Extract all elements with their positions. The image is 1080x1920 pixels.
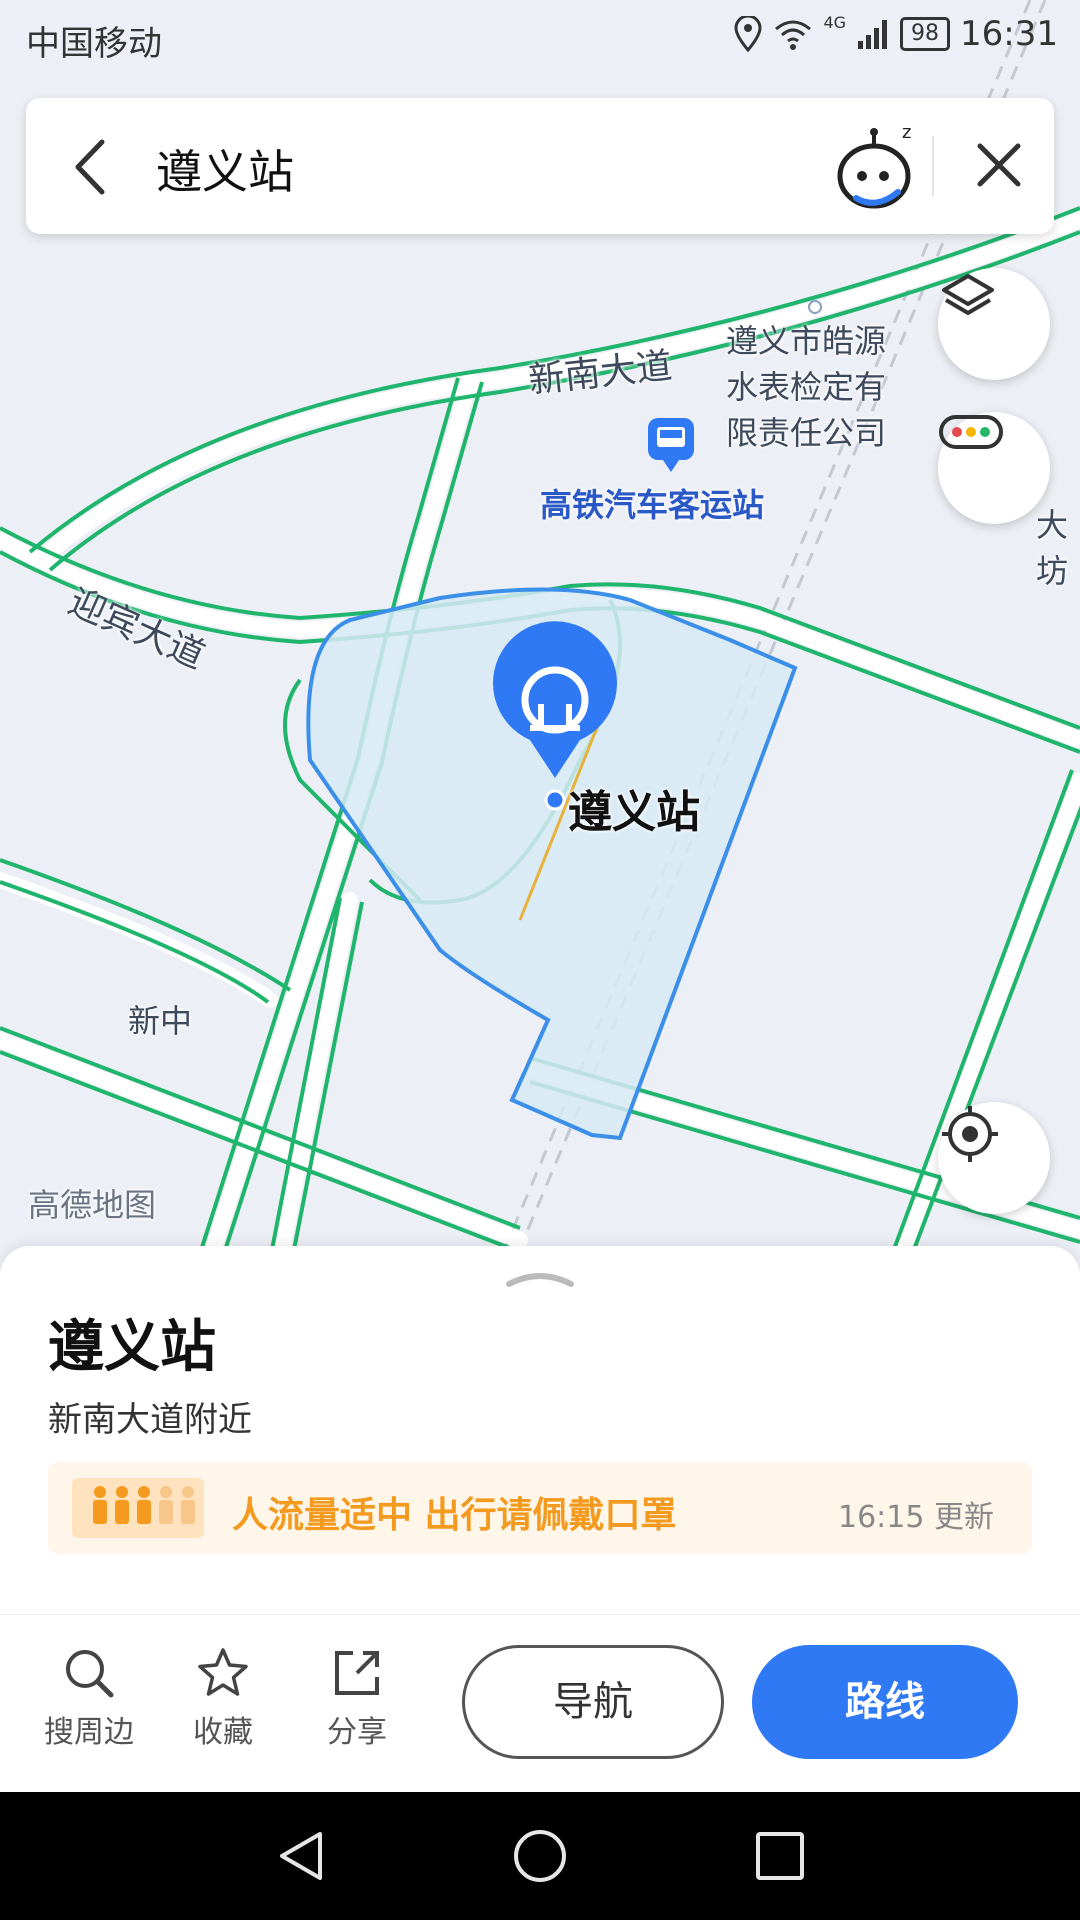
traffic-button[interactable] xyxy=(938,412,1050,524)
search-nearby-button[interactable]: 搜周边 xyxy=(34,1645,144,1751)
nav-back-icon[interactable] xyxy=(272,1826,332,1886)
battery-indicator: 98 xyxy=(900,17,951,51)
bus-station-icon xyxy=(648,418,694,472)
clock: 16:31 xyxy=(960,14,1058,54)
place-title: 遵义站 xyxy=(48,1315,216,1380)
share-button[interactable]: 分享 xyxy=(302,1645,412,1751)
location-icon xyxy=(734,16,762,52)
sheet-handle-icon[interactable] xyxy=(505,1268,575,1288)
star-icon xyxy=(198,1648,248,1696)
crowd-level-banner[interactable]: 人流量适中 出行请佩戴口罩 16:15 更新 xyxy=(48,1462,1032,1554)
company-label-line-2: 水表检定有 xyxy=(726,368,887,406)
traffic-icon xyxy=(939,415,1003,449)
network-type: 4G xyxy=(823,12,847,32)
edge-label: 大坊 xyxy=(1036,506,1069,590)
search-bar: 遵义站 z xyxy=(26,98,1054,234)
status-bar: 中国移动 4G 98 16:31 xyxy=(0,0,1080,76)
locate-icon xyxy=(942,1106,998,1162)
layers-button[interactable] xyxy=(938,268,1050,380)
favorite-button[interactable]: 收藏 xyxy=(168,1645,278,1751)
favorite-label: 收藏 xyxy=(193,1715,253,1750)
wifi-icon xyxy=(775,20,812,50)
crowd-people-icon xyxy=(72,1478,204,1538)
bus-station-label[interactable]: 高铁汽车客运站 xyxy=(540,480,764,526)
share-label: 分享 xyxy=(327,1715,387,1750)
nav-home-icon[interactable] xyxy=(510,1826,570,1886)
map-watermark: 高德地图 xyxy=(28,1186,157,1224)
close-icon[interactable] xyxy=(966,132,1032,198)
layers-icon xyxy=(942,274,994,315)
signal-icon xyxy=(858,20,888,49)
svg-text:z: z xyxy=(902,122,911,143)
route-button[interactable]: 路线 xyxy=(752,1645,1018,1759)
station-pin-label[interactable]: 遵义站 xyxy=(568,776,700,840)
company-label-line-3: 限责任公司 xyxy=(726,414,887,452)
status-icons: 4G 98 16:31 xyxy=(733,12,1058,54)
crowd-level-text: 人流量适中 出行请佩戴口罩 xyxy=(232,1495,677,1536)
share-icon xyxy=(335,1651,379,1695)
locate-button[interactable] xyxy=(938,1102,1050,1214)
area-label: 新中 xyxy=(128,1002,193,1040)
nav-recents-icon[interactable] xyxy=(750,1826,810,1886)
place-address: 新南大道附近 xyxy=(48,1400,252,1440)
voice-assistant-icon[interactable]: z xyxy=(826,118,926,218)
system-nav-bar xyxy=(0,1792,1080,1920)
search-icon xyxy=(66,1650,114,1698)
search-divider xyxy=(932,136,934,196)
carrier-name: 中国移动 xyxy=(26,24,162,64)
search-query[interactable]: 遵义站 xyxy=(156,136,294,202)
company-label: 遵义市皓源 水表检定有 限责任公司 xyxy=(726,316,886,454)
action-bar: 搜周边 收藏 分享 导航 路线 xyxy=(0,1614,1080,1793)
search-nearby-label: 搜周边 xyxy=(44,1715,134,1750)
crowd-update-time: 16:15 更新 xyxy=(838,1500,994,1535)
place-detail-sheet[interactable]: 遵义站 新南大道附近 人流量适中 出行请佩戴口罩 16:15 更新 xyxy=(0,1246,1080,1614)
navigate-button[interactable]: 导航 xyxy=(462,1645,724,1759)
back-arrow-icon[interactable] xyxy=(60,132,120,202)
company-label-line-1: 遵义市皓源 xyxy=(726,322,887,360)
